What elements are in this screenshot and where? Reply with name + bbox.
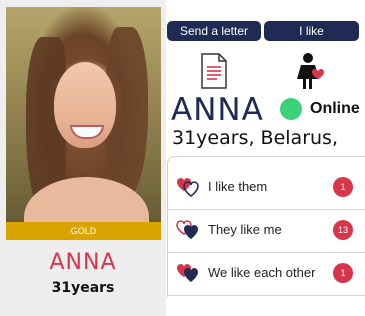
like-row-label: We like each other bbox=[208, 265, 316, 280]
online-status-label: Online bbox=[310, 100, 360, 117]
age-location: 31years, Belarus, bbox=[172, 127, 338, 149]
profile-photo[interactable] bbox=[6, 7, 161, 240]
like-row-we-like-each-other[interactable]: We like each other 1 bbox=[167, 252, 365, 296]
i-like-button[interactable]: I like bbox=[264, 21, 359, 41]
letter-icon[interactable] bbox=[199, 53, 229, 89]
like-count-badge: 1 bbox=[333, 177, 353, 197]
send-letter-button[interactable]: Send a letter bbox=[167, 21, 261, 41]
heart-pair-icon bbox=[177, 264, 198, 282]
like-count-badge: 1 bbox=[333, 263, 353, 283]
heart-pair-icon bbox=[177, 178, 199, 197]
profile-name: ANNA bbox=[49, 250, 117, 275]
online-status-dot bbox=[280, 98, 302, 120]
like-row-i-like-them[interactable]: I like them 1 bbox=[167, 166, 365, 210]
gold-badge: GOLD bbox=[6, 222, 161, 240]
heart-pair-icon bbox=[176, 220, 198, 239]
profile-name-large: ANNA bbox=[171, 92, 264, 128]
like-row-they-like-me[interactable]: They like me 13 bbox=[167, 209, 365, 253]
like-count-badge: 13 bbox=[333, 220, 353, 240]
person-heart-icon[interactable] bbox=[296, 52, 326, 90]
profile-age: 31years bbox=[51, 280, 115, 296]
like-row-label: I like them bbox=[208, 179, 268, 194]
profile-card: GOLD ANNA 31years bbox=[0, 0, 166, 316]
like-row-label: They like me bbox=[208, 222, 282, 237]
